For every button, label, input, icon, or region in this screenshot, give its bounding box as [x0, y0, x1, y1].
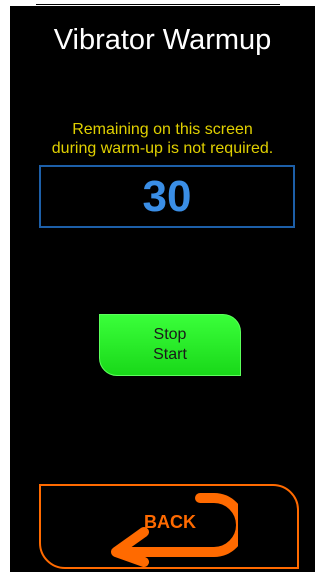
screen-title: Vibrator Warmup: [53, 24, 272, 56]
top-divider: [36, 4, 280, 5]
notice-line-1: Remaining on this screen: [72, 121, 253, 138]
notice-line-2: during warm-up is not required.: [51, 140, 274, 157]
stop-start-button[interactable]: Stop Start: [99, 314, 241, 376]
countdown-value: 30: [142, 172, 192, 221]
warmup-panel: Vibrator Warmup Remaining on this screen…: [10, 6, 315, 572]
back-label: BACK: [144, 512, 196, 532]
stop-label: Stop: [153, 326, 187, 343]
start-label: Start: [153, 346, 187, 363]
countdown-display: 30: [39, 165, 295, 228]
warmup-notice: Remaining on this screen during warm-up …: [10, 120, 315, 158]
stop-start-label: Stop Start: [100, 325, 240, 365]
back-button[interactable]: BACK: [39, 484, 299, 569]
screen: Vibrator Warmup Remaining on this screen…: [0, 0, 325, 572]
